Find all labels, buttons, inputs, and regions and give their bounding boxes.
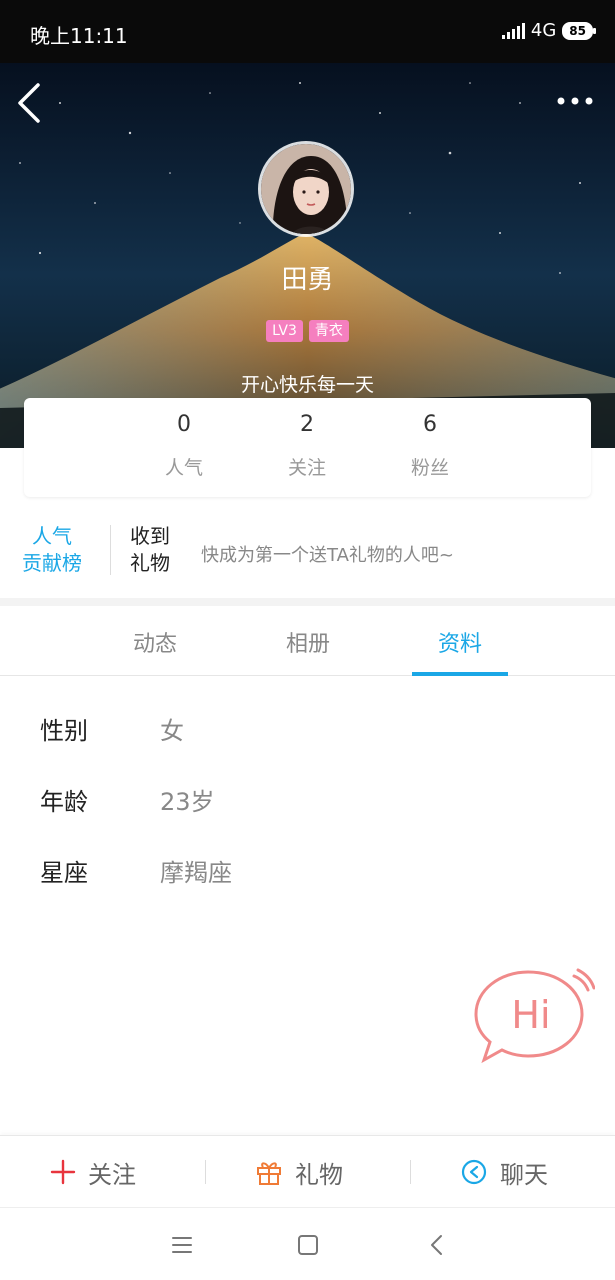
more-button[interactable]: [555, 89, 595, 113]
info-label: 性别: [40, 717, 88, 745]
level-badge: LV3: [266, 320, 303, 342]
tab-posts[interactable]: 动态: [105, 626, 205, 658]
profile-header: 田勇 LV3 青衣 开心快乐每一天: [0, 63, 615, 448]
action-divider: [410, 1160, 411, 1184]
tab-active-indicator: [412, 672, 508, 676]
stat-label: 关注: [287, 457, 326, 479]
stat-value: 0: [177, 412, 191, 437]
received-gifts-label: 收到 礼物: [130, 523, 170, 577]
info-value: 女: [160, 717, 184, 745]
rank-badge: 青衣: [308, 320, 349, 342]
home-icon: [298, 1235, 318, 1255]
nickname: 田勇: [281, 265, 334, 295]
status-indicators: 4G 85: [501, 20, 596, 41]
back-arrow-icon: [431, 1235, 442, 1255]
divider: [110, 525, 111, 575]
stat-label: 粉丝: [410, 457, 449, 479]
stat-value: 6: [423, 412, 437, 437]
stat-following[interactable]: 2 关注: [247, 412, 367, 480]
profile-tabs: 动态 相册 资料: [0, 606, 615, 676]
contribution-rank-link[interactable]: 人气 贡献榜: [22, 523, 82, 577]
gift-button[interactable]: 礼物: [255, 1153, 343, 1191]
chat-button[interactable]: 聊天: [460, 1153, 548, 1191]
system-nav-bar: [0, 1207, 615, 1280]
received-gifts-line1: 收到: [130, 524, 170, 548]
status-time: 晚上11:11: [30, 24, 128, 48]
action-bar: 关注 礼物 聊天: [0, 1135, 615, 1207]
contribution-rank-line1: 人气: [32, 524, 72, 548]
hi-bubble-icon: Hi: [474, 968, 596, 1064]
info-label: 星座: [40, 859, 88, 887]
gift-icon: [257, 1162, 281, 1185]
stat-label: 人气: [164, 457, 203, 479]
badge-group: LV3 青衣: [0, 320, 615, 342]
gift-hint[interactable]: 快成为第一个送TA礼物的人吧~: [201, 541, 454, 567]
info-value: 23岁: [160, 788, 215, 816]
signal-icon: [501, 22, 525, 39]
info-row-zodiac: 星座 摩羯座: [40, 853, 440, 893]
back-button[interactable]: [14, 81, 50, 125]
battery-icon: 85: [562, 21, 596, 40]
follow-button[interactable]: 关注: [50, 1153, 136, 1191]
received-gifts-line2: 礼物: [130, 551, 170, 575]
menu-nav-button[interactable]: [167, 1230, 197, 1260]
avatar[interactable]: [258, 141, 354, 237]
menu-icon: [172, 1237, 192, 1253]
gift-label: 礼物: [295, 1160, 343, 1189]
tab-album[interactable]: 相册: [258, 626, 358, 658]
signature: 开心快乐每一天: [240, 374, 374, 396]
say-hi-button[interactable]: Hi: [470, 966, 596, 1066]
info-label: 年龄: [40, 788, 88, 816]
stat-value: 2: [300, 412, 314, 437]
status-bar: 晚上11:11 4G 85: [0, 0, 615, 63]
back-nav-button[interactable]: [422, 1230, 452, 1260]
follow-label: 关注: [88, 1160, 136, 1189]
chat-icon: [461, 1159, 487, 1185]
info-row-age: 年龄 23岁: [40, 782, 440, 822]
chat-label: 聊天: [500, 1160, 548, 1189]
hi-bubble-text: Hi: [511, 993, 550, 1037]
plus-icon: [50, 1159, 76, 1185]
action-divider: [205, 1160, 206, 1184]
stat-fans[interactable]: 6 粉丝: [370, 412, 490, 480]
stats-card: 0 人气 2 关注 6 粉丝: [24, 398, 591, 497]
section-gap: [0, 598, 615, 606]
tab-profile[interactable]: 资料: [410, 626, 510, 658]
contribution-rank-line2: 贡献榜: [22, 551, 82, 575]
stat-popularity[interactable]: 0 人气: [124, 412, 244, 480]
more-dots-icon: [557, 97, 593, 105]
info-value: 摩羯座: [160, 859, 232, 887]
home-nav-button[interactable]: [293, 1230, 323, 1260]
contribution-row: 人气 贡献榜 收到 礼物 快成为第一个送TA礼物的人吧~: [0, 505, 615, 598]
info-row-gender: 性别 女: [40, 711, 440, 751]
network-type: 4G: [530, 20, 557, 41]
